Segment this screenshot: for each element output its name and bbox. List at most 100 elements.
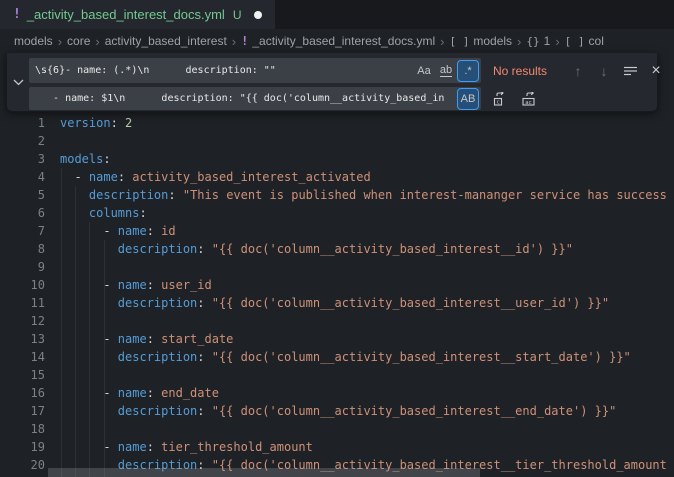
chevron-down-icon (13, 79, 24, 86)
line-content: columns: (60, 204, 147, 222)
code-line[interactable]: 7 - name: id (0, 222, 674, 240)
toggle-replace-chevron[interactable] (7, 53, 29, 111)
line-content: description: "{{ doc('column__activity_b… (60, 348, 631, 366)
symbol-object-icon: {} (526, 35, 539, 48)
regex-toggle[interactable]: .* (458, 61, 478, 81)
symbol-array-icon: [ ] (565, 35, 585, 48)
breadcrumb-item-activity_based_interest[interactable]: activity_based_interest (105, 34, 227, 48)
svg-text:c: c (496, 99, 499, 105)
breadcrumb-separator-icon: › (555, 34, 559, 49)
tab-bar: ! _activity_based_interest_docs.yml U (0, 0, 674, 29)
preserve-case-toggle[interactable]: AB (458, 89, 478, 109)
line-number: 1 (0, 114, 45, 132)
code-line[interactable]: 10 - name: user_id (0, 276, 674, 294)
line-number: 11 (0, 294, 45, 312)
line-number: 5 (0, 186, 45, 204)
replace-all-icon: ac (522, 92, 539, 106)
breadcrumb-item-core[interactable]: core (67, 34, 90, 48)
line-content: description: "{{ doc('column__activity_b… (60, 240, 573, 258)
breadcrumb-item-models[interactable]: models (14, 34, 53, 48)
breadcrumb-item-col[interactable]: [ ]col (565, 34, 604, 48)
code-line[interactable]: 11 description: "{{ doc('column__activit… (0, 294, 674, 312)
breadcrumb-label: models (473, 34, 512, 48)
breadcrumb-label: _activity_based_interest_docs.yml (252, 34, 435, 48)
line-content: - name: id (60, 222, 176, 240)
line-number: 17 (0, 402, 45, 420)
code-line[interactable]: 16 - name: end_date (0, 384, 674, 402)
tab-filename: _activity_based_interest_docs.yml (27, 7, 225, 22)
line-number: 18 (0, 420, 45, 438)
line-content: - name: end_date (60, 384, 219, 402)
breadcrumb-label: core (67, 34, 90, 48)
breadcrumb-separator-icon: › (58, 34, 62, 49)
code-line[interactable]: 6 columns: (0, 204, 674, 222)
breadcrumb-item-1[interactable]: {} 1 (526, 34, 550, 48)
svg-text:ac: ac (525, 99, 532, 105)
line-content: - name: start_date (60, 330, 233, 348)
breadcrumb-separator-icon: › (440, 34, 444, 49)
find-replace-widget: \s{6}- name: (.*)\n description: "" Aaab… (6, 53, 658, 112)
line-content: description: "{{ doc('column__activity_b… (60, 402, 616, 420)
code-line[interactable]: 9 (0, 258, 674, 276)
line-content: - name: user_id (60, 276, 212, 294)
git-status-badge: U (233, 8, 242, 22)
replace-input-value: - name: $1\n description: "{{ doc('colum… (35, 93, 456, 104)
breadcrumb-separator-icon: › (517, 34, 521, 49)
code-line[interactable]: 2 (0, 132, 674, 150)
line-content: - name: activity_based_interest_activate… (60, 168, 371, 186)
find-results-label: No results (493, 64, 563, 78)
line-content: description: "{{ doc('column__activity_b… (60, 294, 609, 312)
line-number: 12 (0, 312, 45, 330)
code-line[interactable]: 13 - name: start_date (0, 330, 674, 348)
match-case-toggle[interactable]: Aa (414, 61, 434, 81)
replace-icon: c (493, 92, 508, 106)
line-number: 4 (0, 168, 45, 186)
line-number: 13 (0, 330, 45, 348)
breadcrumb: models › core › activity_based_interest › !_ac… (0, 29, 674, 53)
replace-all-button[interactable]: ac (519, 88, 541, 110)
code-line[interactable]: 12 (0, 312, 674, 330)
close-icon: × (651, 62, 660, 80)
previous-match-button[interactable]: ↑ (567, 60, 589, 82)
line-content: version: 2 (60, 114, 132, 132)
code-line[interactable]: 19 - name: tier_threshold_amount (0, 438, 674, 456)
code-line[interactable]: 5 description: "This event is published … (0, 186, 674, 204)
replace-input[interactable]: - name: $1\n description: "{{ doc('colum… (29, 87, 481, 110)
line-number: 2 (0, 132, 45, 150)
code-line[interactable]: 15 (0, 366, 674, 384)
code-line[interactable]: 4 - name: activity_based_interest_activa… (0, 168, 674, 186)
breadcrumb-separator-icon: › (95, 34, 99, 49)
code-line[interactable]: 14 description: "{{ doc('column__activit… (0, 348, 674, 366)
line-content: - name: tier_threshold_amount (60, 438, 313, 456)
line-content: models: (60, 150, 111, 168)
line-number: 19 (0, 438, 45, 456)
breadcrumb-label: 1 (544, 34, 551, 48)
line-number: 6 (0, 204, 45, 222)
line-content: description: "This event is published wh… (60, 186, 667, 204)
next-match-button[interactable]: ↓ (593, 60, 615, 82)
code-line[interactable]: 18 (0, 420, 674, 438)
whole-word-toggle[interactable]: ab (436, 61, 456, 81)
modified-dot-icon[interactable] (254, 11, 262, 19)
breadcrumb-separator-icon: › (232, 34, 236, 49)
breadcrumb-item-models[interactable]: [ ]models (449, 34, 512, 48)
line-number: 20 (0, 456, 45, 474)
line-number: 9 (0, 258, 45, 276)
code-line[interactable]: 17 description: "{{ doc('column__activit… (0, 402, 674, 420)
code-line[interactable]: 3 models: (0, 150, 674, 168)
line-number: 10 (0, 276, 45, 294)
arrow-down-icon: ↓ (601, 63, 608, 79)
tab-activity-based-interest-docs[interactable]: ! _activity_based_interest_docs.yml U (0, 0, 275, 29)
code-lines: 1version: 223models:4 - name: activity_b… (0, 114, 674, 474)
line-number: 3 (0, 150, 45, 168)
find-input[interactable]: \s{6}- name: (.*)\n description: "" Aaab… (29, 58, 481, 83)
code-line[interactable]: 1 version: 2 (0, 114, 674, 132)
selection-lines-icon (624, 66, 637, 76)
horizontal-scrollbar[interactable] (48, 468, 480, 477)
replace-button[interactable]: c (489, 88, 511, 110)
editor-code-area[interactable]: 1version: 223models:4 - name: activity_b… (0, 53, 674, 477)
breadcrumb-item-_activity_based_interest_docs.yml[interactable]: !_activity_based_interest_docs.yml (241, 34, 435, 48)
code-line[interactable]: 8 description: "{{ doc('column__activity… (0, 240, 674, 258)
close-find-widget-button[interactable]: × (645, 60, 667, 82)
find-in-selection-button[interactable] (619, 60, 641, 82)
